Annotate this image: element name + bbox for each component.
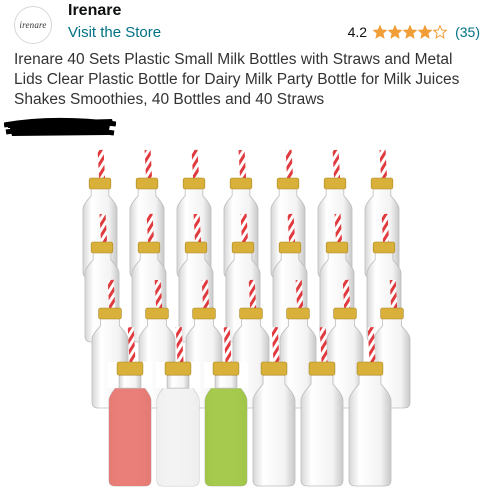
bottle-lid [276,177,300,190]
bottle-lid [231,241,255,254]
bottle-liquid [157,373,199,486]
star-full-icon [373,25,388,39]
bottle-lid [192,307,216,320]
product-title: Irenare 40 Sets Plastic Small Milk Bottl… [14,51,460,108]
star-partial-icon [433,25,448,39]
bottle-lid [212,361,240,376]
bottle-lid [333,307,357,320]
bottle-lid [323,177,347,190]
bottle-lid [239,307,263,320]
star-full-icon [418,25,433,39]
bottle-lid [370,177,394,190]
redaction-scribble [4,117,116,136]
bottle-lid [286,307,310,320]
bottle-lid [356,361,384,376]
visit-store-link[interactable]: Visit the Store [68,24,161,41]
bottle-lid [184,241,208,254]
star-full-icon [403,25,418,39]
brand-name[interactable]: Irenare [68,2,121,20]
bottle-lid [116,361,144,376]
bottle-lid [164,361,192,376]
bottle-lid [98,307,122,320]
bottle-glass [252,372,296,487]
bottle-lid [260,361,288,376]
bottle-lid [325,241,349,254]
rating-count[interactable]: (35) [455,24,480,40]
bottle-lid [372,241,396,254]
bottle-lid [90,241,114,254]
bottle-lid [135,177,159,190]
bottle-lid [182,177,206,190]
star-full-icon [388,25,403,39]
brand-logo[interactable]: irenare [14,6,52,44]
bottle-lid [229,177,253,190]
bottle-lid [278,241,302,254]
rating-summary[interactable]: 4.2 (35) [348,24,480,40]
store-header: irenare Irenare Visit the Store 4.2 (35) [14,0,480,44]
product-image[interactable] [80,138,420,498]
bottle-lid [308,361,336,376]
star-rating[interactable] [373,25,448,39]
brand-logo-text: irenare [19,20,47,30]
bottle-liquid [205,373,247,486]
bottle-lid [88,177,112,190]
bottle-liquid [109,373,151,486]
rating-value: 4.2 [347,24,368,40]
bottle-lid [380,307,404,320]
bottle-glass [300,372,344,487]
bottle-lid [137,241,161,254]
bottle-lid [145,307,169,320]
bottle-glass [348,372,392,487]
